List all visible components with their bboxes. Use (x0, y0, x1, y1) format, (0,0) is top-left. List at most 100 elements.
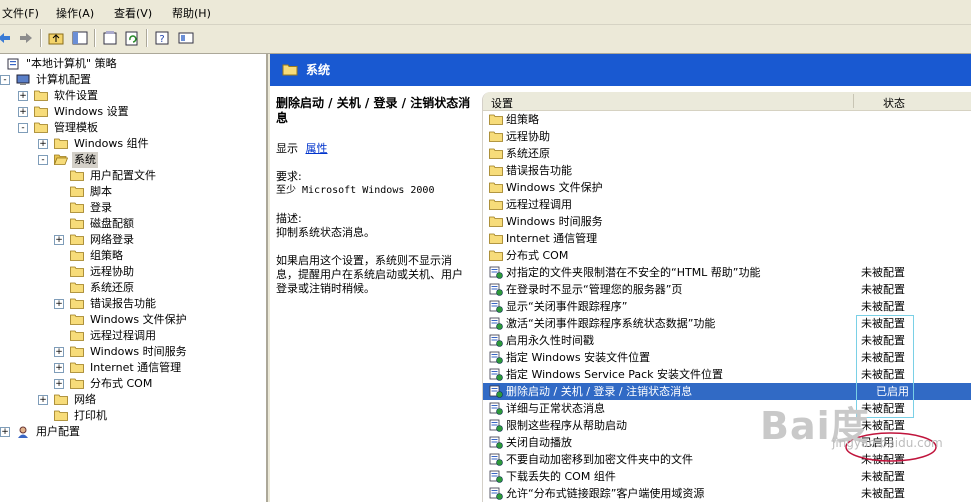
tree-item[interactable]: + 分布式 COM (0, 376, 266, 392)
tree-item[interactable]: 远程协助 (0, 264, 266, 280)
menu-action[interactable]: 操作(A) (56, 5, 94, 21)
tree-item[interactable]: "本地计算机" 策略 (0, 56, 266, 72)
folder-icon (70, 186, 84, 197)
folder-icon (282, 64, 298, 76)
tree-item[interactable]: 登录 (0, 200, 266, 216)
list-item[interactable]: Windows 文件保护 (483, 179, 971, 196)
tree-item[interactable]: + Internet 通信管理 (0, 360, 266, 376)
folder-icon (54, 410, 68, 421)
properties-link[interactable]: 属性 (306, 142, 328, 155)
tree-item[interactable]: 远程过程调用 (0, 328, 266, 344)
policy-setting-icon (489, 419, 503, 432)
properties-icon[interactable] (100, 28, 120, 48)
list-item[interactable]: Internet 通信管理 (483, 230, 971, 247)
expand-icon[interactable]: + (18, 107, 28, 117)
collapse-icon[interactable]: - (38, 155, 48, 165)
list-item[interactable]: 允许“分布式链接跟踪”客户端使用域资源 未被配置 (483, 485, 971, 502)
tree-item[interactable]: - 系统 (0, 152, 266, 168)
menu-view[interactable]: 查看(V) (114, 5, 152, 21)
tree-item-label: 远程协助 (90, 265, 134, 278)
expand-icon[interactable]: + (38, 139, 48, 149)
list-item[interactable]: Windows 时间服务 (483, 213, 971, 230)
list-item[interactable]: 下载丢失的 COM 组件 未被配置 (483, 468, 971, 485)
tree-item[interactable]: + Windows 设置 (0, 104, 266, 120)
policy-setting-icon (489, 283, 503, 296)
list-item[interactable]: 远程过程调用 (483, 196, 971, 213)
folder-icon (489, 249, 503, 262)
menu-file[interactable]: 文件(F) (2, 5, 39, 21)
tree-item-label: 系统 (72, 152, 98, 168)
tree-item[interactable]: + 网络登录 (0, 232, 266, 248)
tree-item[interactable]: + 网络 (0, 392, 266, 408)
tree-item[interactable]: 组策略 (0, 248, 266, 264)
policy-setting-icon (489, 436, 503, 449)
tree-item[interactable]: - 计算机配置 (0, 72, 266, 88)
tree-item[interactable]: 打印机 (0, 408, 266, 424)
expand-icon[interactable]: + (54, 347, 64, 357)
tree-item[interactable]: + Windows 时间服务 (0, 344, 266, 360)
tree-item[interactable]: 系统还原 (0, 280, 266, 296)
help-icon[interactable]: ? (152, 28, 172, 48)
tree-item[interactable]: + 用户配置 (0, 424, 266, 440)
tree-item[interactable]: - 管理模板 (0, 120, 266, 136)
list-item[interactable]: 错误报告功能 (483, 162, 971, 179)
list-item-label: 删除启动 / 关机 / 登录 / 注销状态消息 (506, 385, 693, 398)
tree-item-label: "本地计算机" 策略 (26, 57, 117, 70)
list-item[interactable]: 对指定的文件夹限制潜在不安全的“HTML 帮助”功能 未被配置 (483, 264, 971, 281)
folder-icon (70, 346, 84, 357)
show-hide-tree-icon[interactable] (70, 28, 90, 48)
expand-icon[interactable]: + (18, 91, 28, 101)
tree-item[interactable]: 脚本 (0, 184, 266, 200)
list-item-state: 未被配置 (861, 266, 905, 279)
menu-help[interactable]: 帮助(H) (172, 5, 211, 21)
tree-item[interactable]: + Windows 组件 (0, 136, 266, 152)
expand-icon[interactable]: + (54, 235, 64, 245)
header-band: 系统 (270, 54, 971, 86)
folder-icon (70, 330, 84, 341)
list-item[interactable]: 在登录时不显示“管理您的服务器”页 未被配置 (483, 281, 971, 298)
tree-item[interactable]: Windows 文件保护 (0, 312, 266, 328)
policy-setting-icon (489, 317, 503, 330)
tree-item[interactable]: + 软件设置 (0, 88, 266, 104)
tree-item-label: Windows 文件保护 (90, 313, 187, 326)
expand-icon[interactable]: + (38, 395, 48, 405)
policy-setting-icon (489, 470, 503, 483)
tree-item[interactable]: 用户配置文件 (0, 168, 266, 184)
folder-icon (70, 362, 84, 373)
policy-setting-icon (489, 385, 503, 398)
view-icon[interactable] (176, 28, 196, 48)
requires-value: 至少 Microsoft Windows 2000 (276, 185, 435, 196)
list-item-label: Windows 时间服务 (506, 215, 603, 228)
up-folder-icon[interactable] (46, 28, 66, 48)
list-item[interactable]: 系统还原 (483, 145, 971, 162)
refresh-icon[interactable] (122, 28, 142, 48)
back-icon[interactable] (0, 28, 14, 48)
description-label: 描述: (276, 212, 302, 225)
list-item[interactable]: 组策略 (483, 111, 971, 128)
list-item-label: 组策略 (506, 113, 539, 126)
list-item[interactable]: 显示“关闭事件跟踪程序” 未被配置 (483, 298, 971, 315)
list-item[interactable]: 远程协助 (483, 128, 971, 145)
collapse-icon[interactable]: - (0, 75, 10, 85)
list-item[interactable]: 分布式 COM (483, 247, 971, 264)
expand-icon[interactable]: + (54, 299, 64, 309)
folder-icon (34, 106, 48, 117)
list-item-label: 错误报告功能 (506, 164, 572, 177)
list-item-label: 详细与正常状态消息 (506, 402, 605, 415)
tree-item-label: 用户配置文件 (90, 169, 156, 182)
column-setting[interactable]: 设置 (491, 95, 513, 111)
collapse-icon[interactable]: - (18, 123, 28, 133)
tree-item[interactable]: + 错误报告功能 (0, 296, 266, 312)
expand-icon[interactable]: + (0, 427, 10, 437)
expand-icon[interactable]: + (54, 379, 64, 389)
expand-icon[interactable]: + (54, 363, 64, 373)
column-state[interactable]: 状态 (883, 95, 905, 111)
folder-icon (70, 170, 84, 181)
tree-item[interactable]: 磁盘配额 (0, 216, 266, 232)
header-title: 系统 (306, 63, 331, 77)
list-item-label: 关闭自动播放 (506, 436, 572, 449)
forward-icon[interactable] (16, 28, 36, 48)
list-item-label: 指定 Windows Service Pack 安装文件位置 (506, 368, 724, 381)
list-item-label: 远程过程调用 (506, 198, 572, 211)
list-item-label: 对指定的文件夹限制潜在不安全的“HTML 帮助”功能 (506, 266, 761, 279)
